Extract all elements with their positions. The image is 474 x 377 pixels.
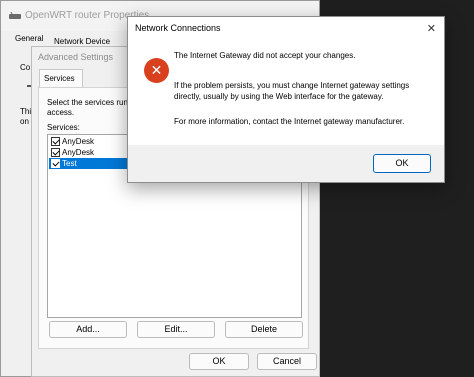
service-checkbox[interactable] [51, 137, 60, 146]
service-label: AnyDesk [62, 137, 95, 146]
dialog-title: Network Connections [135, 23, 221, 33]
tab-network-device[interactable]: Network Device [54, 37, 110, 46]
network-device-icon [9, 12, 21, 19]
service-label: Test [62, 159, 77, 168]
services-list-label: Services: [47, 123, 80, 132]
dialog-titlebar[interactable]: Network Connections ✕ [128, 17, 444, 41]
router-properties-text-fragment: Co [20, 63, 31, 72]
router-properties-text-fragment: on [20, 117, 29, 126]
dialog-message: directly, usually by using the Web inter… [174, 92, 384, 101]
add-service-button[interactable]: Add... [49, 321, 127, 338]
tab-services[interactable]: Services [39, 69, 83, 87]
tab-general[interactable]: General [15, 34, 43, 43]
router-properties-text-fragment: Thi [20, 107, 32, 116]
service-checkbox[interactable] [51, 148, 60, 157]
dialog-message: The Internet Gateway did not accept your… [174, 51, 356, 60]
cancel-button[interactable]: Cancel [257, 353, 317, 370]
ok-button[interactable]: OK [189, 353, 249, 370]
dialog-footer: OK [128, 145, 444, 182]
service-label: AnyDesk [62, 148, 95, 157]
dialog-message: For more information, contact the Intern… [174, 117, 405, 126]
services-description: Select the services run [47, 98, 128, 107]
close-icon[interactable]: ✕ [427, 22, 436, 35]
service-checkbox[interactable] [51, 159, 60, 168]
network-connections-dialog: Network Connections ✕ ✕ The Internet Gat… [127, 16, 445, 183]
dialog-ok-button[interactable]: OK [373, 154, 431, 173]
edit-service-button[interactable]: Edit... [137, 321, 215, 338]
delete-service-button[interactable]: Delete [225, 321, 303, 338]
advanced-settings-title: Advanced Settings [38, 52, 114, 62]
dialog-message: If the problem persists, you must change… [174, 81, 410, 90]
error-icon: ✕ [144, 58, 169, 83]
dialog-body: ✕ The Internet Gateway did not accept yo… [128, 41, 444, 145]
services-description-cont: access. [47, 108, 75, 117]
